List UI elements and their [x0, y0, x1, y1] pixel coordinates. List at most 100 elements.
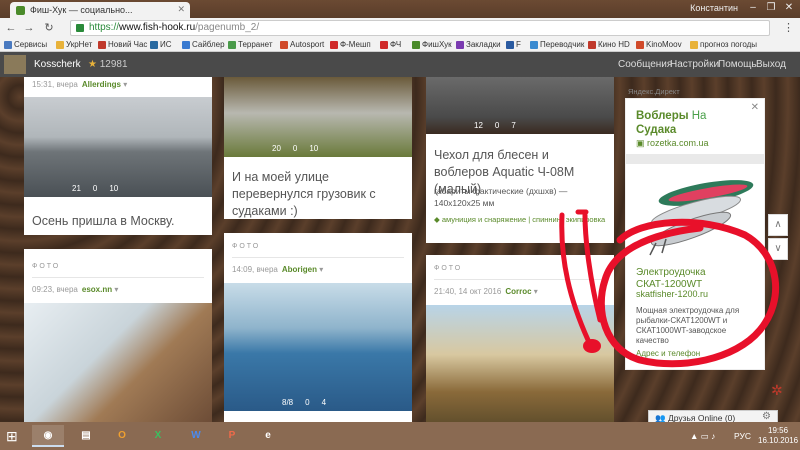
apps-icon	[4, 41, 12, 49]
bookmark-item[interactable]: Кино HD	[588, 40, 630, 49]
bookmark-item[interactable]: Сайблер	[182, 40, 225, 49]
site-header: Kosscherk ★ 12981 Сообщения Настройки По…	[0, 52, 800, 77]
bookmark-item[interactable]: ФЧ	[380, 40, 401, 49]
username-link[interactable]: Kosscherk	[34, 59, 81, 70]
powerpoint-taskbar-icon[interactable]: P	[216, 425, 248, 447]
forward-icon[interactable]: →	[22, 21, 36, 35]
close-window-icon[interactable]: ✕	[782, 2, 796, 13]
bookmark-item[interactable]: Ф-Мешп	[330, 40, 371, 49]
chrome-taskbar-icon[interactable]: ◉	[32, 425, 64, 447]
bookmark-item[interactable]: KinoMoov	[636, 40, 682, 49]
help-link[interactable]: Помощь	[718, 59, 757, 70]
bookmark-icon	[506, 41, 514, 49]
avatar[interactable]	[4, 55, 26, 74]
os-taskbar: ⊞ ◉ ▤ O X W P e ▲ ▭ ♪ РУС 19:56 16.10.201…	[0, 422, 800, 450]
word-taskbar-icon[interactable]: W	[180, 425, 212, 447]
comments-count: 21	[72, 184, 81, 193]
browser-tab[interactable]: Фиш-Хук — социально... ✕	[10, 2, 190, 18]
tag-icon: ◆	[434, 215, 442, 224]
ad-panel: ✕ Воблеры На Судака ▣ rozetka.com.ua Элек…	[625, 98, 765, 370]
support-icon[interactable]: ✲	[771, 382, 783, 399]
post-photo[interactable]: 20 0 10	[224, 77, 412, 157]
outlook-taskbar-icon[interactable]: O	[106, 425, 138, 447]
reload-icon[interactable]: ↻	[42, 21, 56, 35]
likes-count: 0	[92, 184, 98, 193]
bookmarks-bar: Сервисы УкрНет Новий Час ИС Сайблер Терр…	[0, 38, 800, 52]
post-photo[interactable]: 12 0 7	[426, 77, 614, 134]
card-section-label: ФОТО	[434, 265, 463, 272]
explorer-taskbar-icon[interactable]: ▤	[70, 425, 102, 447]
ad2-title-link[interactable]: Электроудочка СКАТ-1200WT	[636, 267, 756, 291]
photo-stats: 12 0 7	[474, 121, 528, 130]
scroll-down-button[interactable]: ∨	[768, 238, 788, 260]
bookmark-icon	[530, 41, 538, 49]
system-clock[interactable]: 19:56 16.10.2016	[758, 426, 798, 446]
post-title[interactable]: Осень пришла в Москву.	[32, 213, 204, 230]
likes-count: 0	[292, 144, 298, 153]
bookmark-icon	[98, 41, 106, 49]
lock-icon	[76, 24, 84, 32]
bookmark-item[interactable]: Сервисы	[4, 40, 47, 49]
bookmark-item[interactable]: прогноз погоды	[690, 40, 757, 49]
comments-count: 12	[474, 121, 483, 130]
post-photo[interactable]: 8/8 0 4	[224, 283, 412, 411]
close-ad-icon[interactable]: ✕	[751, 102, 759, 113]
browser-profile-name[interactable]: Константин	[690, 3, 738, 13]
post-card[interactable]: 15:31, вчера Allerdings ▾ 21 0 10 Осень при…	[24, 77, 212, 235]
card-section-label: ФОТО	[232, 243, 261, 250]
post-photo[interactable]	[24, 303, 212, 422]
ie-taskbar-icon[interactable]: e	[252, 425, 284, 447]
card-divider	[434, 279, 606, 280]
bookmark-item[interactable]: ИС	[150, 40, 172, 49]
bookmark-item[interactable]: Autosport	[280, 40, 324, 49]
ad2-contacts-link[interactable]: Адрес и телефон	[636, 349, 700, 358]
messages-link[interactable]: Сообщения	[618, 59, 672, 70]
browser-menu-icon[interactable]: ⋮	[783, 21, 794, 34]
post-card[interactable]: 12 0 7 Чехол для блесен и воблеров Aquatic…	[426, 77, 614, 243]
url-input[interactable]: https://www.fish-hook.ru/pagenumb_2/	[70, 20, 770, 36]
minimize-icon[interactable]: –	[746, 2, 760, 13]
windows-start-icon[interactable]: ⊞	[6, 428, 18, 445]
post-author-link[interactable]: Aborigen	[282, 265, 317, 274]
post-card[interactable]: ФОТО 14:09, вчера Aborigen ▾ 8/8 0 4	[224, 233, 412, 422]
views-count: 10	[309, 144, 319, 153]
post-card[interactable]: ФОТО 21:40, 14 окт 2016 Corroc ▾	[426, 255, 614, 422]
bookmark-item[interactable]: УкрНет	[56, 40, 92, 49]
gear-icon[interactable]: ⚙	[762, 411, 771, 422]
post-photo[interactable]	[426, 305, 614, 422]
post-author-link[interactable]: Corroc	[505, 287, 531, 296]
photo-stats: 8/8 0 4	[282, 398, 338, 407]
post-tags[interactable]: ◆ амуниция и снаряжение | спиннинг экипи…	[434, 214, 606, 225]
post-card[interactable]: ФОТО 09:23, вчера esox.nn ▾	[24, 249, 212, 422]
excel-taskbar-icon[interactable]: X	[142, 425, 174, 447]
post-meta: 15:31, вчера Allerdings ▾	[32, 80, 128, 89]
close-tab-icon[interactable]: ✕	[177, 4, 185, 15]
post-author-link[interactable]: Allerdings	[82, 80, 121, 89]
maximize-icon[interactable]: ❐	[764, 2, 778, 13]
post-card[interactable]: 20 0 10 И на моей улице перевернулся грузо…	[224, 77, 412, 219]
post-photo[interactable]: 21 0 10	[24, 97, 212, 197]
back-icon[interactable]: ←	[4, 21, 18, 35]
browser-titlebar: Фиш-Хук — социально... ✕ Константин – ❐ …	[0, 0, 800, 18]
logout-link[interactable]: Выход	[756, 59, 786, 70]
post-title[interactable]: И на моей улице перевернулся грузовик с …	[232, 169, 404, 219]
settings-link[interactable]: Настройки	[670, 59, 719, 70]
bookmark-item[interactable]: Терранет	[228, 40, 273, 49]
keyboard-language[interactable]: РУС	[734, 431, 751, 441]
tray-icons[interactable]: ▲ ▭ ♪	[690, 431, 715, 442]
bookmark-item[interactable]: Переводчик	[530, 40, 584, 49]
bookmark-item[interactable]: F	[506, 40, 521, 49]
scroll-up-button[interactable]: ∧	[768, 214, 788, 236]
bookmark-item[interactable]: Закладки	[456, 40, 501, 49]
lure-image[interactable]	[636, 163, 756, 259]
ad2-description: Мощная электроудочка для рыбалки-СКАТ120…	[636, 306, 740, 345]
url-scheme: https://	[89, 22, 120, 33]
ad1-domain-link[interactable]: ▣ rozetka.com.ua	[636, 138, 709, 149]
bookmark-icon	[56, 41, 64, 49]
bookmark-item[interactable]: ФишХук	[412, 40, 452, 49]
bookmark-item[interactable]: Новий Час	[98, 40, 147, 49]
ad1-title-link[interactable]: Воблеры На Судака	[636, 109, 746, 137]
post-author-link[interactable]: esox.nn	[82, 285, 112, 294]
card-section-label: ФОТО	[32, 263, 61, 270]
ad2-domain-link[interactable]: skatfisher-1200.ru	[636, 289, 708, 299]
